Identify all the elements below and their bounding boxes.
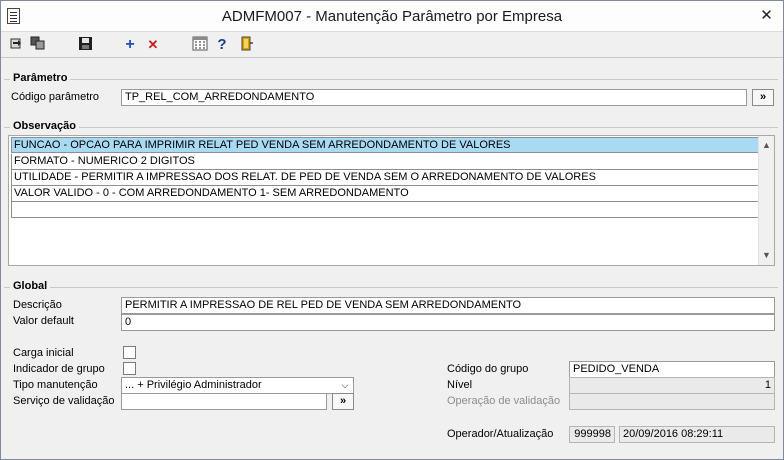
codigo-grupo-label: Código do grupo [447, 363, 529, 375]
operador-field: 999998 [569, 426, 615, 443]
servico-validacao-field[interactable] [121, 393, 327, 410]
indicador-grupo-checkbox[interactable] [123, 362, 136, 375]
observacao-group-title: Observação [10, 120, 79, 132]
move-right-icon[interactable] [7, 36, 25, 54]
codigo-parametro-field[interactable]: TP_REL_COM_ARREDONDAMENTO [121, 89, 747, 106]
valor-default-field[interactable]: 0 [121, 314, 775, 331]
codigo-parametro-label: Código parâmetro [11, 91, 100, 103]
tipo-manutencao-label: Tipo manutenção [13, 379, 98, 391]
tipo-manutencao-select[interactable]: ... + Privilégio Administrador ⌵ [121, 377, 354, 394]
global-group: Global [4, 280, 778, 292]
observacao-scrollbar[interactable]: ▲ ▼ [758, 136, 774, 265]
observacao-line[interactable] [11, 202, 759, 218]
observacao-line[interactable]: UTILIDADE - PERMITIR A IMPRESSAO DOS REL… [11, 170, 759, 186]
exit-door-icon[interactable] [237, 36, 255, 54]
observacao-group: Observação [4, 120, 778, 132]
parametro-group-title: Parâmetro [10, 72, 71, 84]
carga-inicial-checkbox[interactable] [123, 346, 136, 359]
observacao-line[interactable]: FORMATO - NUMERICO 2 DIGITOS [11, 154, 759, 170]
codigo-parametro-lookup-button[interactable]: » [752, 89, 774, 106]
servico-validacao-label: Serviço de validação [13, 395, 115, 407]
observacao-memo[interactable]: FUNCAO - OPCAO PARA IMPRIMIR RELAT PED V… [8, 135, 775, 266]
nivel-field: 1 [569, 377, 775, 394]
codigo-grupo-field[interactable]: PEDIDO_VENDA [569, 361, 775, 378]
operacao-validacao-field [569, 393, 775, 410]
add-icon[interactable]: + [121, 36, 139, 54]
observacao-line[interactable]: VALOR VALIDO - 0 - COM ARREDONDAMENTO 1-… [11, 186, 759, 202]
descricao-field[interactable]: PERMITIR A IMPRESSAO DE REL PED DE VENDA… [121, 297, 775, 314]
carga-inicial-label: Carga inicial [13, 347, 74, 359]
observacao-line[interactable]: FUNCAO - OPCAO PARA IMPRIMIR RELAT PED V… [11, 137, 759, 153]
atualizacao-field: 20/09/2016 08:29:11 [619, 426, 775, 443]
operacao-validacao-label: Operação de validação [447, 395, 561, 407]
valor-default-label: Valor default [13, 315, 74, 327]
servico-validacao-lookup-button[interactable]: » [332, 393, 354, 410]
global-group-title: Global [10, 280, 51, 292]
scroll-down-icon[interactable]: ▼ [759, 248, 774, 263]
calculator-icon[interactable] [191, 36, 209, 54]
copy-icon[interactable] [29, 36, 47, 54]
parametro-group: Parâmetro [4, 72, 778, 84]
chevron-down-icon[interactable]: ⌵ [338, 378, 352, 393]
descricao-label: Descrição [13, 299, 62, 311]
toolbar: + ✕ ? [1, 32, 783, 58]
indicador-grupo-label: Indicador de grupo [13, 363, 105, 375]
operador-atualizacao-label: Operador/Atualização [447, 428, 554, 440]
tipo-manutencao-value: ... + Privilégio Administrador [125, 379, 262, 391]
help-icon[interactable]: ? [213, 36, 231, 54]
close-button[interactable]: ✕ [756, 6, 777, 25]
save-icon[interactable] [76, 36, 94, 54]
window-title: ADMFM007 - Manutenção Parâmetro por Empr… [221, 8, 563, 25]
scroll-up-icon[interactable]: ▲ [759, 138, 774, 153]
delete-icon[interactable]: ✕ [144, 36, 162, 54]
title-bar: ADMFM007 - Manutenção Parâmetro por Empr… [1, 1, 783, 32]
main-window: ADMFM007 - Manutenção Parâmetro por Empr… [0, 0, 784, 460]
nivel-label: Nível [447, 379, 473, 391]
